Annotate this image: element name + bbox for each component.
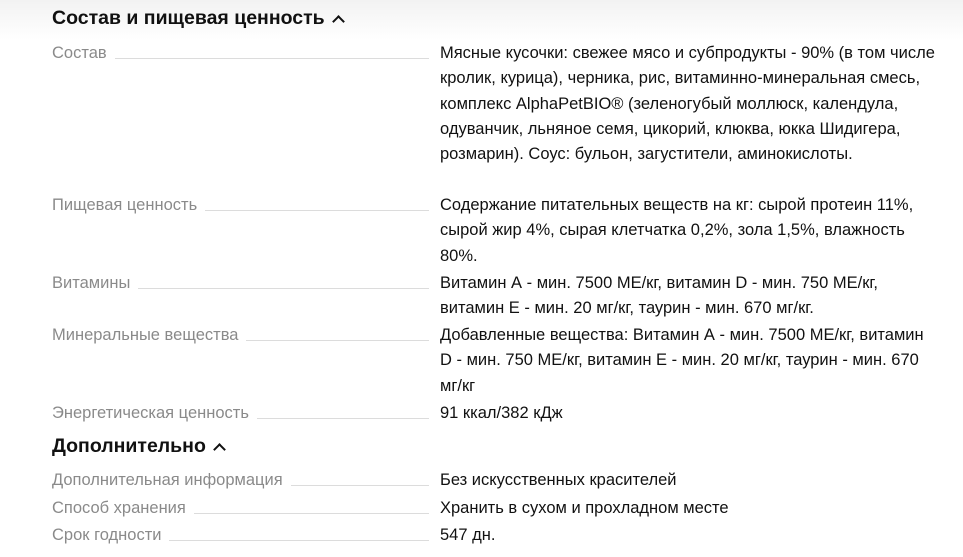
spec-label: Способ хранения [52,499,186,517]
section-header-additional[interactable]: Дополнительно [52,435,226,458]
chevron-up-icon[interactable] [331,14,345,28]
spec-label-wrap: Срок годности [52,523,429,547]
spec-value: Хранить в сухом и прохладном месте [440,499,729,517]
leader-line [256,418,429,419]
spec-value: 91 ккал/382 кДж [440,404,563,422]
spec-label-wrap: Дополнительная информация [52,468,429,492]
section-title: Дополнительно [52,435,206,457]
spec-value: Добавленные вещества: Витамин А - мин. 7… [440,326,924,395]
leader-line [114,58,429,59]
chevron-up-icon[interactable] [212,442,226,456]
spec-label-wrap: Способ хранения [52,496,429,520]
spec-label: Энергетическая ценность [52,404,249,422]
spec-label-wrap: Минеральные вещества [52,323,429,347]
spec-label: Минеральные вещества [52,326,239,344]
spec-value: Витамин А - мин. 7500 МЕ/кг, витамин D -… [440,274,879,318]
spec-value: Без искусственных красителей [440,471,677,489]
leader-line [169,540,429,541]
leader-line [138,288,429,289]
section-title: Состав и пищевая ценность [52,7,325,29]
spec-label-wrap: Энергетическая ценность [52,401,429,425]
spec-label: Витамины [52,274,131,292]
spec-label: Срок годности [52,526,162,544]
spec-label: Состав [52,44,107,62]
leader-line [246,340,429,341]
spec-value: 547 дн. [440,526,496,544]
spec-label: Дополнительная информация [52,471,283,489]
leader-line [205,210,429,211]
spec-label: Пищевая ценность [52,196,198,214]
spec-label-wrap: Витамины [52,271,429,295]
leader-line [193,513,429,514]
spec-label-wrap: Пищевая ценность [52,193,429,217]
spec-value: Содержание питательных веществ на кг: сы… [440,196,914,265]
leader-line [290,485,429,486]
spec-label-wrap: Состав [52,41,429,65]
section-header-composition[interactable]: Состав и пищевая ценность [52,7,345,30]
spec-value: Мясные кусочки: свежее мясо и субпродукт… [440,44,935,164]
